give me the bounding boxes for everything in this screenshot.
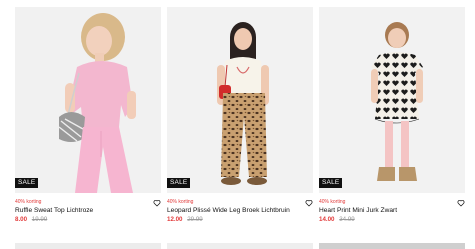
product-image-next-row[interactable]: [319, 243, 465, 249]
product-grid: SALE 40% korting Ruffle Sweat Top Lichtr…: [0, 0, 475, 249]
product-photo-girl-leopard-pants: [167, 7, 313, 193]
price-row: 12.00 29.99: [167, 215, 313, 224]
product-image[interactable]: SALE: [167, 7, 313, 193]
price-row: 14.00 34.99: [319, 215, 465, 224]
product-info: 40% korting Leopard Plissé Wide Leg Broe…: [167, 193, 313, 224]
heart-outline-icon[interactable]: [457, 199, 465, 207]
price-row: 8.00 19.99: [15, 215, 161, 224]
product-title[interactable]: Ruffle Sweat Top Lichtroze: [15, 206, 161, 215]
sale-badge: SALE: [15, 177, 39, 188]
original-price: 34.99: [339, 216, 355, 223]
product-image[interactable]: SALE: [319, 7, 465, 193]
product-photo-girl-heart-dress: [319, 7, 465, 193]
sale-price: 14.00: [319, 216, 335, 223]
sale-price: 8.00: [15, 216, 28, 223]
product-image-next-row[interactable]: [167, 243, 313, 249]
heart-outline-icon[interactable]: [305, 199, 313, 207]
original-price: 29.99: [187, 216, 203, 223]
product-info: 40% korting Ruffle Sweat Top Lichtroze 8…: [15, 193, 161, 224]
sale-price: 12.00: [167, 216, 183, 223]
product-title[interactable]: Heart Print Mini Jurk Zwart: [319, 206, 465, 215]
sale-badge: SALE: [167, 177, 191, 188]
product-image[interactable]: SALE: [15, 7, 161, 193]
original-price: 19.99: [31, 216, 48, 223]
product-info: 40% korting Heart Print Mini Jurk Zwart …: [319, 193, 465, 224]
product-photo-girl-pink-outfit: [15, 7, 161, 193]
product-card[interactable]: SALE 40% korting Ruffle Sweat Top Lichtr…: [15, 7, 161, 224]
product-card[interactable]: SALE 40% korting Leopard Plissé Wide Leg…: [167, 7, 313, 224]
product-card[interactable]: SALE 40% korting Heart Print Mini Jurk Z…: [319, 7, 465, 224]
sale-badge: SALE: [319, 177, 343, 188]
discount-label: 40% korting: [319, 199, 346, 205]
discount-label: 40% korting: [15, 199, 42, 205]
discount-label: 40% korting: [167, 199, 194, 205]
product-image-next-row[interactable]: [15, 243, 161, 249]
product-title[interactable]: Leopard Plissé Wide Leg Broek Lichtbruin: [167, 206, 313, 215]
heart-outline-icon[interactable]: [153, 199, 161, 207]
